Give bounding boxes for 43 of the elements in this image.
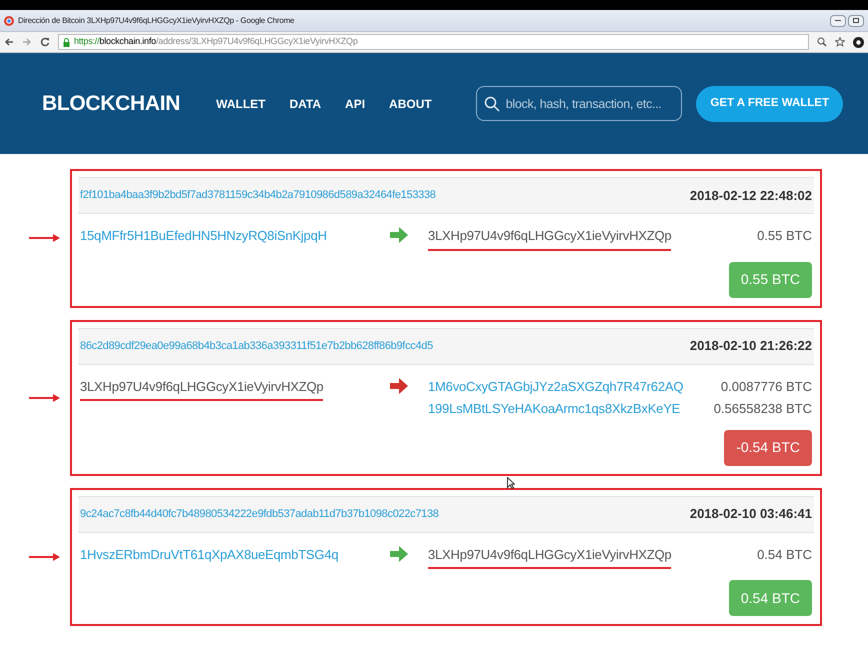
annotation-arrow-icon: [29, 233, 61, 244]
amount: 0.0087776 BTC: [720, 378, 812, 396]
transaction-hash-link[interactable]: 9c24ac7c8fb44d40fc7b48980534222e9fdb537adab11d7b37b1098c022c7138: [80, 506, 439, 522]
balance-change-badge: 0.55 BTC: [728, 262, 812, 298]
nav-link[interactable]: API: [345, 94, 366, 112]
amount: 0.54 BTC: [757, 546, 812, 564]
zoom-icon[interactable]: [817, 37, 827, 47]
transaction-time: 2018-02-10 21:26:22: [690, 337, 812, 356]
transaction-hash-link[interactable]: 86c2d89cdf29ea0e99a68b4b3ca1ab336a393311f51e7b2bb628ff86b9fcc4d5: [80, 338, 433, 354]
address-link[interactable]: 1M6voCxyGTAGbjJYz2aSXGZqh7R47r62AQ: [428, 376, 684, 396]
address-link[interactable]: 1HvszERbmDruVtT61qXpAX8ueEqmbTSG4q: [80, 544, 338, 564]
address-link[interactable]: 15qMFfr5H1BuEfedHN5HNzyRQ8iSnKjpqH: [80, 226, 327, 246]
back-arrow-icon[interactable]: [4, 37, 14, 47]
amount: 0.55 BTC: [757, 227, 812, 245]
minimize-button[interactable]: [830, 14, 846, 26]
get-wallet-button[interactable]: GET A FREE WALLET: [696, 86, 843, 122]
restore-button[interactable]: [848, 14, 864, 26]
nav-link[interactable]: ABOUT: [389, 94, 432, 112]
own-address: 3LXHp97U4v9f6qLHGGcyX1ieVyirvHXZQp: [80, 376, 324, 401]
reload-icon[interactable]: [40, 37, 50, 47]
balance-change-badge: -0.54 BTC: [724, 430, 812, 466]
url-field[interactable]: https://blockchain.info/address/3LXHp97U4v9f6qLHGGcyX1ieVyirvHXZQp: [58, 34, 809, 50]
balance-change-badge: 0.54 BTC: [728, 580, 812, 616]
own-address: 3LXHp97U4v9f6qLHGGcyX1ieVyirvHXZQp: [428, 544, 672, 569]
own-address: 3LXHp97U4v9f6qLHGGcyX1ieVyirvHXZQp: [428, 226, 672, 250]
site-logo[interactable]: BLOCKCHAIN: [42, 88, 180, 120]
extension-icon[interactable]: [853, 36, 864, 48]
search-icon: [484, 96, 500, 112]
nav-link[interactable]: DATA: [289, 94, 322, 112]
mouse-cursor-icon: [507, 477, 515, 489]
nav-link[interactable]: WALLET: [216, 94, 266, 112]
transaction-time: 2018-02-12 22:48:02: [690, 186, 812, 205]
annotation-arrow-icon: [29, 552, 61, 562]
transaction-hash-link[interactable]: f2f101ba4baa3f9b2bd5f7ad3781159c34b4b2a7910986d589a32464fe153338: [80, 187, 436, 204]
amount: 0.56558238 BTC: [714, 400, 812, 418]
search-field[interactable]: block, hash, transaction, etc...: [476, 86, 682, 121]
browser-logo-icon: [4, 16, 14, 26]
star-icon[interactable]: [835, 37, 845, 47]
address-link[interactable]: 199LsMBtLSYeHAKoaArmc1qs8XkzBxKeYE: [428, 399, 680, 418]
window-title: Dirección de Bitcoin 3LXHp97U4v9f6qLHGGcyX1ieVyirvHXZQp - Google Chrome: [18, 14, 294, 26]
transaction-time: 2018-02-10 03:46:41: [690, 505, 812, 524]
annotation-arrow-icon: [29, 392, 61, 402]
lock-icon: [63, 38, 70, 46]
